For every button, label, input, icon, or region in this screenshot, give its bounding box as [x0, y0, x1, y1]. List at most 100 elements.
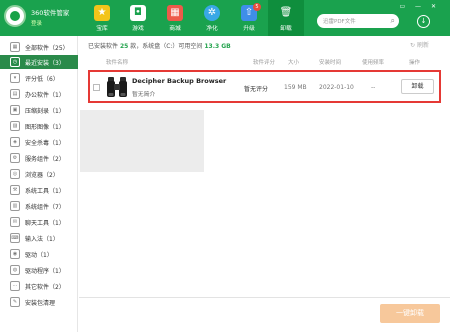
sidebar-item-security[interactable]: ◈ 安全杀毒（1） — [0, 135, 78, 149]
nav-games[interactable]: ◘ 游戏 — [120, 0, 156, 36]
window-controls[interactable]: ▭ — ✕ — [399, 3, 440, 10]
sidebar-item-label: 系统工具（1） — [25, 188, 65, 195]
clock-icon: ◷ — [10, 57, 20, 67]
category-sidebar: ▦ 全部软件（25） ◷ 最近安装（3） ▾ 评分低（6） ▤ 办公软件（1） ▣ 压缩刻… — [0, 36, 78, 332]
col-frequency: 使用频率 — [362, 60, 385, 66]
globe-icon: ◎ — [10, 169, 20, 179]
office-icon: ▤ — [10, 89, 20, 99]
sidebar-item-driver[interactable]: ◉ 驱动（1） — [0, 247, 78, 261]
compress-icon: ▣ — [10, 105, 20, 115]
nav-label: 升级 — [243, 26, 255, 32]
table-row[interactable]: Decipher Backup Browser 暂无简介 暂无评分 159 MB… — [88, 70, 441, 103]
nav-uninstall[interactable]: 🗑 卸载 — [268, 0, 304, 36]
search-placeholder: 迅雷PDF文件 — [323, 19, 356, 25]
sidebar-item-compress[interactable]: ▣ 压缩刻录（1） — [0, 103, 78, 117]
sidebar-item-label: 最近安装（3） — [25, 60, 65, 67]
sidebar-item-system-components[interactable]: ▥ 系统组件（7） — [0, 199, 78, 213]
sidebar-item-package-cleanup[interactable]: ✎ 安装包清理 — [0, 295, 78, 309]
nav-label: 宝库 — [96, 26, 108, 32]
uninstall-button[interactable]: 卸载 — [401, 79, 434, 94]
sidebar-item-office[interactable]: ▤ 办公软件（1） — [0, 87, 78, 101]
nav-upgrade[interactable]: ⇧ 5 升级 — [231, 0, 267, 36]
install-summary: 已安装软件 25 款，系统盘（C:）可用空间 13.3 GB — [88, 41, 231, 50]
sidebar-item-graphics[interactable]: ▨ 图形图像（1） — [0, 119, 78, 133]
sidebar-item-label: 全部软件（25） — [25, 45, 69, 52]
thumb-down-icon: ▾ — [10, 73, 20, 83]
driver-icon: ◉ — [10, 249, 20, 259]
search-input[interactable]: 迅雷PDF文件 ⌕ — [317, 14, 399, 28]
software-size: 159 MB — [284, 84, 307, 91]
trash-icon: 🗑 — [278, 5, 294, 21]
sidebar-item-label: 服务组件（2） — [25, 156, 65, 163]
col-date: 安装时间 — [319, 60, 342, 66]
sidebar-item-label: 办公软件（1） — [25, 92, 65, 99]
sidebar-item-label: 系统组件（7） — [25, 204, 65, 211]
install-date: 2022-01-10 — [319, 84, 354, 91]
sidebar-item-label: 压缩刻录（1） — [25, 108, 65, 115]
sidebar-item-services[interactable]: ⚙ 服务组件（2） — [0, 151, 78, 165]
star-icon: ★ — [94, 5, 110, 21]
col-rating: 软件评分 — [253, 60, 276, 66]
chat-icon: ✉ — [10, 217, 20, 227]
gamepad-icon: ◘ — [130, 5, 146, 21]
sidebar-item-label: 安装包清理 — [25, 300, 56, 307]
upgrade-count-badge: 5 — [253, 3, 261, 11]
col-size: 大小 — [288, 60, 300, 66]
installed-count: 25 — [119, 43, 129, 50]
login-link[interactable]: 登录 — [31, 19, 42, 27]
grid-icon: ▦ — [10, 42, 20, 52]
sidebar-item-label: 其它软件（2） — [25, 284, 65, 291]
sidebar-item-label: 浏览器（2） — [25, 172, 59, 179]
sidebar-item-system-tools[interactable]: ⚒ 系统工具（1） — [0, 183, 78, 197]
sidebar-item-low-rating[interactable]: ▾ 评分低（6） — [0, 71, 78, 85]
gear-icon: ⚙ — [10, 153, 20, 163]
nav-label: 净化 — [206, 26, 218, 32]
row-checkbox[interactable] — [93, 84, 100, 91]
sidebar-item-label: 图形图像（1） — [25, 124, 65, 131]
refresh-label: 刷新 — [416, 42, 429, 49]
software-rating: 暂无评分 — [244, 86, 269, 93]
summary-prefix: 已安装软件 — [88, 43, 119, 50]
sidebar-item-label: 评分低（6） — [25, 76, 59, 83]
title-bar: 360软件管家 登录 ★ 宝库 ◘ 游戏 ▦ 商城 ✲ 净化 ⇧ 5 升级 🗑 … — [0, 0, 450, 36]
sidebar-item-label: 聊天工具（1） — [25, 220, 65, 227]
sidebar-item-label: 驱动程序（1） — [25, 268, 65, 275]
refresh-icon: ↻ — [410, 42, 416, 49]
driver-program-icon: ◍ — [10, 265, 20, 275]
wrench-icon: ⚒ — [10, 185, 20, 195]
hover-tooltip-area — [80, 110, 204, 172]
usage-frequency: -- — [371, 84, 376, 91]
nav-purify[interactable]: ✲ 净化 — [194, 0, 230, 36]
nav-label: 商城 — [169, 26, 181, 32]
nav-label: 游戏 — [132, 26, 144, 32]
col-action: 操作 — [409, 60, 421, 66]
free-space: 13.3 GB — [204, 43, 231, 50]
sidebar-item-browser[interactable]: ◎ 浏览器（2） — [0, 167, 78, 181]
sidebar-item-label: 驱动（1） — [25, 252, 53, 259]
sidebar-item-recent[interactable]: ◷ 最近安装（3） — [0, 55, 78, 69]
table-header: 软件名称 软件评分 大小 安装时间 使用频率 操作 — [80, 56, 450, 67]
app-logo-icon — [4, 5, 26, 27]
nav-store[interactable]: ▦ 商城 — [157, 0, 193, 36]
store-icon: ▦ — [167, 5, 183, 21]
software-desc: 暂无简介 — [132, 92, 156, 98]
refresh-button[interactable]: ↻ 刷新 — [410, 40, 429, 49]
sidebar-item-chat[interactable]: ✉ 聊天工具（1） — [0, 215, 78, 229]
nav-label: 卸载 — [280, 26, 292, 32]
shield-icon: ◈ — [10, 137, 20, 147]
search-icon[interactable]: ⌕ — [391, 16, 395, 26]
sidebar-item-driver-programs[interactable]: ◍ 驱动程序（1） — [0, 263, 78, 277]
broom-icon: ✎ — [10, 297, 20, 307]
sidebar-item-ime[interactable]: ⌨ 输入法（1） — [0, 231, 78, 245]
component-icon: ▥ — [10, 201, 20, 211]
sidebar-item-other[interactable]: ⋯ 其它软件（2） — [0, 279, 78, 293]
col-name: 软件名称 — [106, 60, 129, 66]
one-key-uninstall-button[interactable]: 一键卸载 — [380, 304, 440, 323]
software-name: Decipher Backup Browser — [132, 77, 227, 85]
nav-treasury[interactable]: ★ 宝库 — [84, 0, 120, 36]
image-icon: ▨ — [10, 121, 20, 131]
more-icon: ⋯ — [10, 281, 20, 291]
purify-icon: ✲ — [204, 5, 220, 21]
download-icon[interactable]: ↓ — [417, 15, 430, 28]
sidebar-item-all[interactable]: ▦ 全部软件（25） — [0, 40, 78, 54]
